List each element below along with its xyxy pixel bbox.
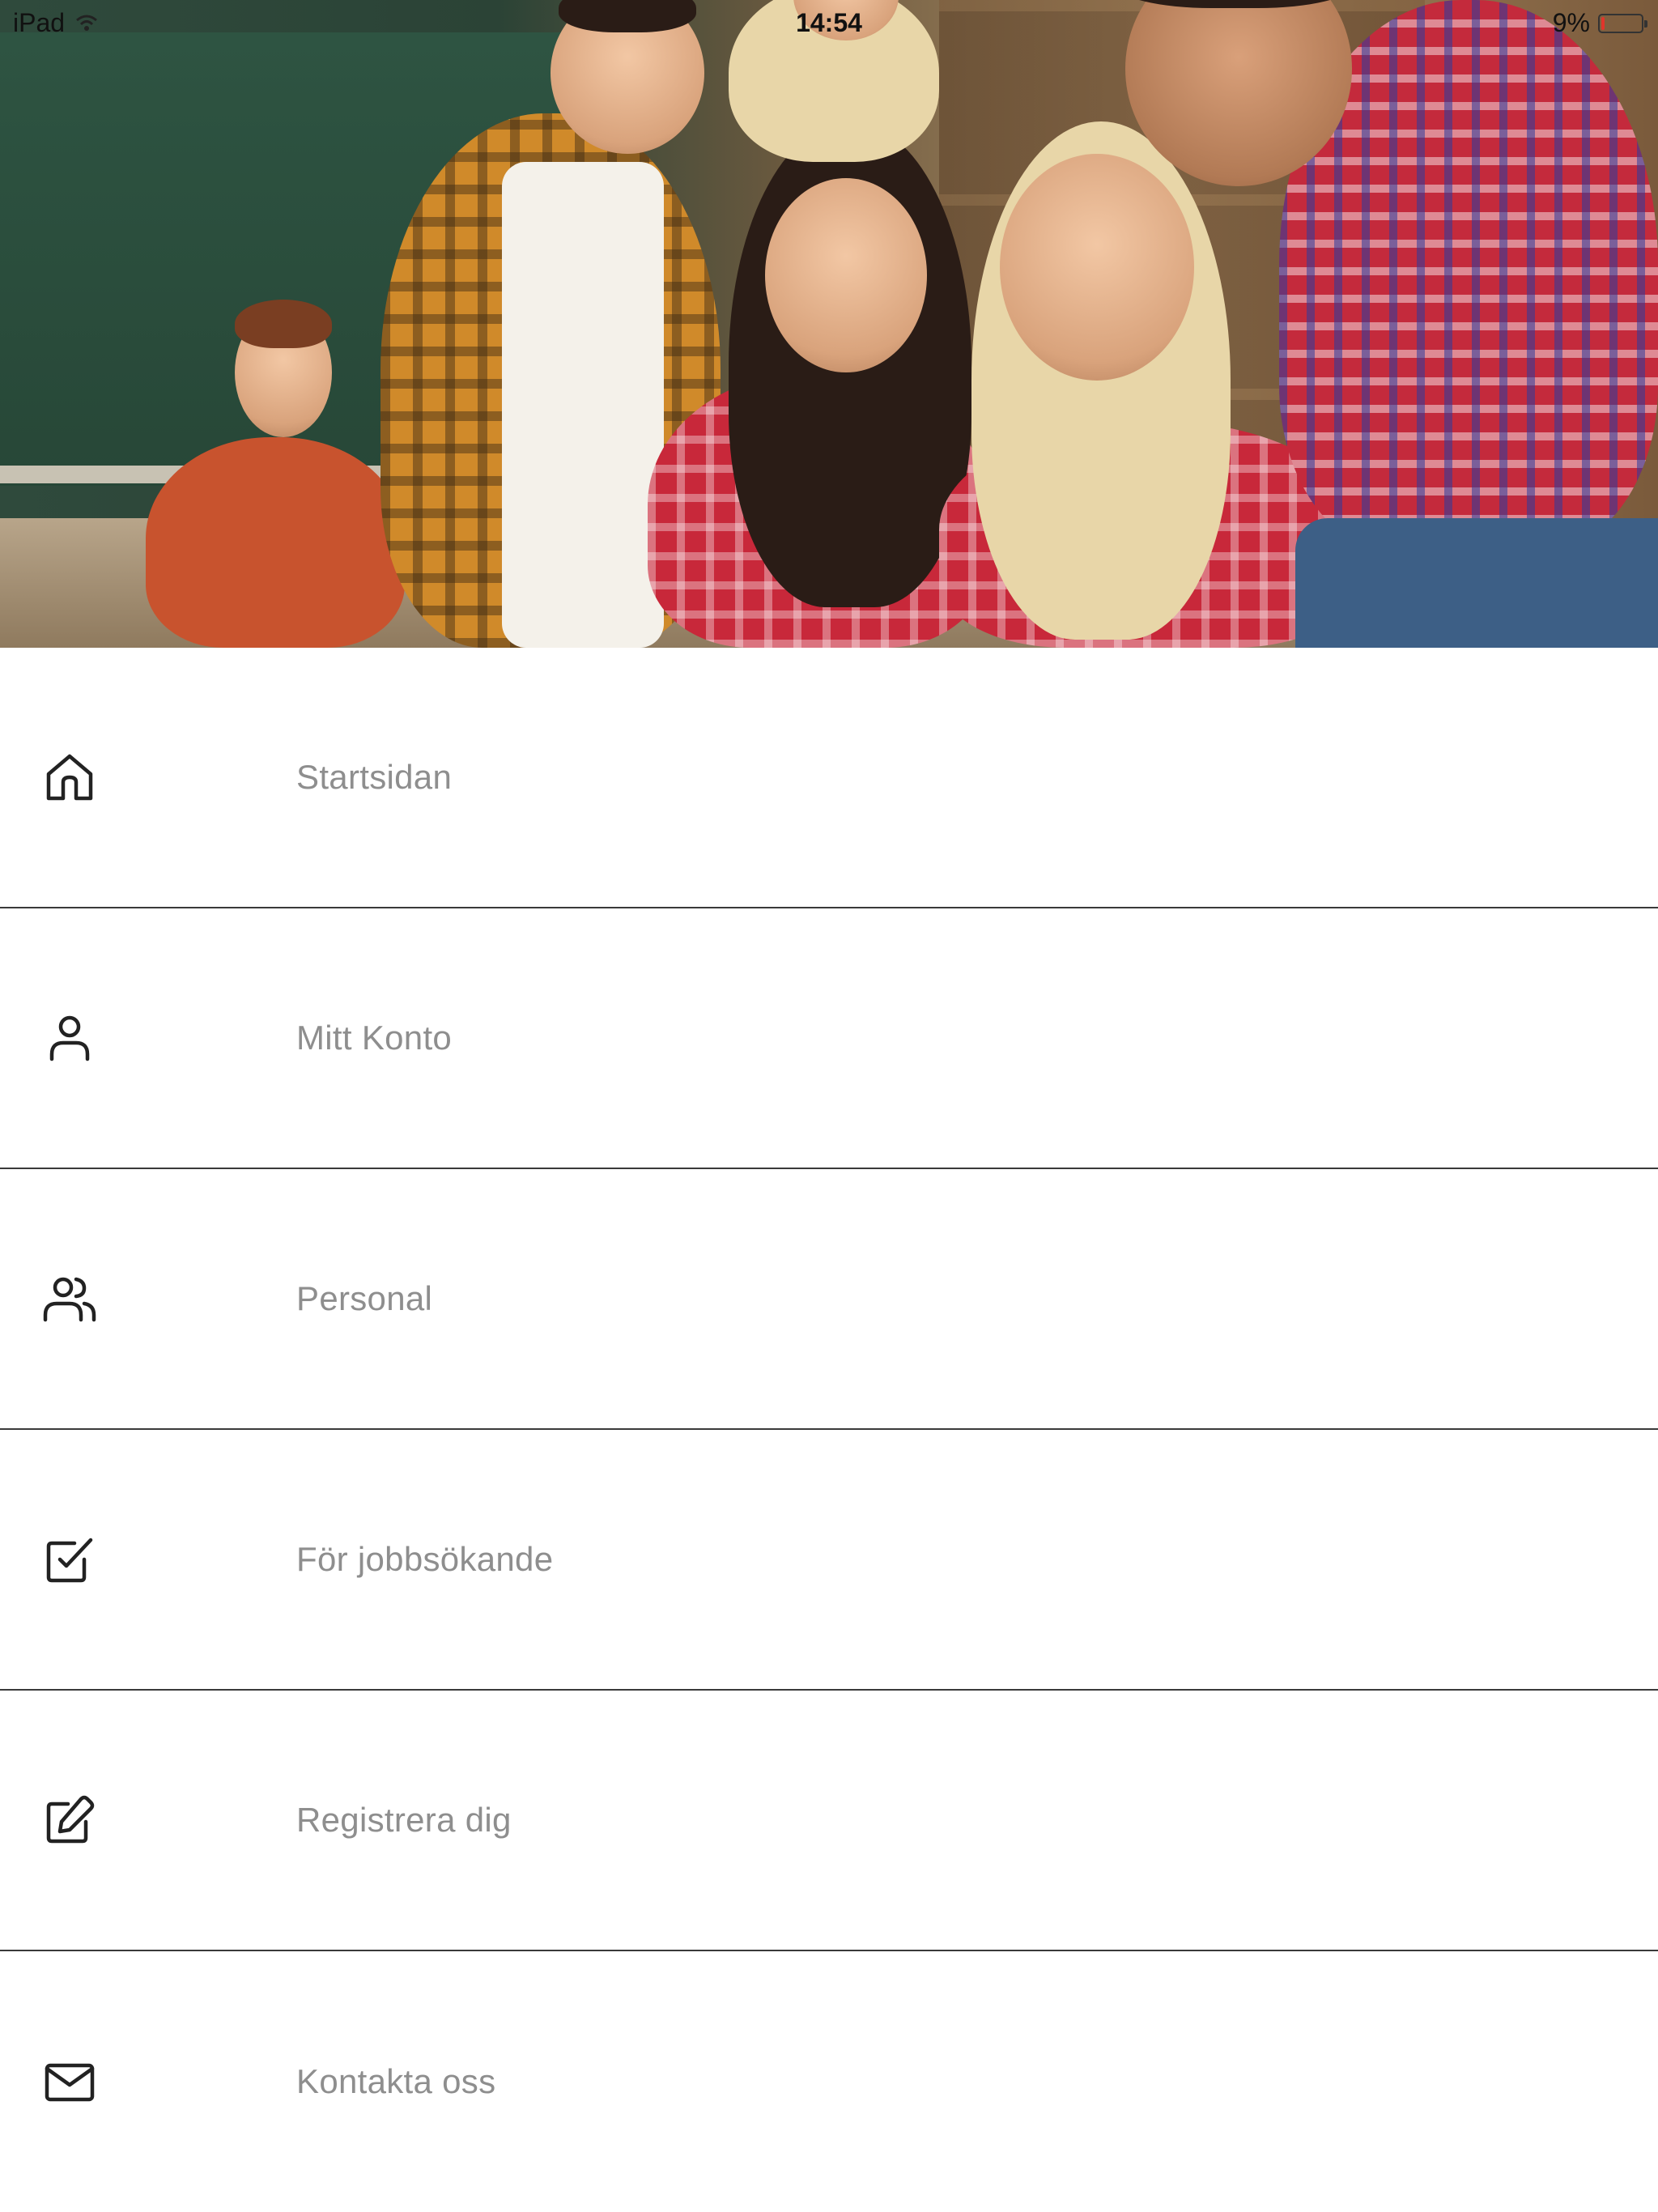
users-icon xyxy=(42,1271,97,1326)
status-right: 9% xyxy=(1552,8,1647,38)
menu-label: Registrera dig xyxy=(296,1801,512,1839)
app-screen: iPad 14:54 9% Startsidan Mitt Konto Pers… xyxy=(0,0,1658,2212)
battery-percent: 9% xyxy=(1552,8,1590,37)
menu-item-startsidan[interactable]: Startsidan xyxy=(0,648,1658,908)
checkbox-icon xyxy=(42,1532,97,1587)
menu-label: Kontakta oss xyxy=(296,2062,496,2100)
user-icon xyxy=(42,1010,97,1066)
header-photo: iPad 14:54 9% xyxy=(0,0,1658,648)
battery-level xyxy=(1601,16,1605,30)
menu-item-mitt-konto[interactable]: Mitt Konto xyxy=(0,908,1658,1169)
status-bar: iPad 14:54 9% xyxy=(0,0,1658,45)
menu-item-personal[interactable]: Personal xyxy=(0,1169,1658,1430)
menu-label: Personal xyxy=(296,1279,433,1317)
edit-icon xyxy=(42,1793,97,1848)
menu-item-kontakta-oss[interactable]: Kontakta oss xyxy=(0,1951,1658,2212)
home-icon xyxy=(42,750,97,805)
menu-label: Startsidan xyxy=(296,758,453,796)
menu-label: Mitt Konto xyxy=(296,1019,453,1057)
main-menu: Startsidan Mitt Konto Personal För jobbs… xyxy=(0,648,1658,2212)
mail-icon xyxy=(42,2054,97,2109)
clock: 14:54 xyxy=(796,8,862,37)
menu-label: För jobbsökande xyxy=(296,1540,554,1578)
menu-item-for-jobbsokande[interactable]: För jobbsökande xyxy=(0,1430,1658,1691)
battery-icon xyxy=(1598,13,1647,33)
menu-item-registrera-dig[interactable]: Registrera dig xyxy=(0,1691,1658,1951)
